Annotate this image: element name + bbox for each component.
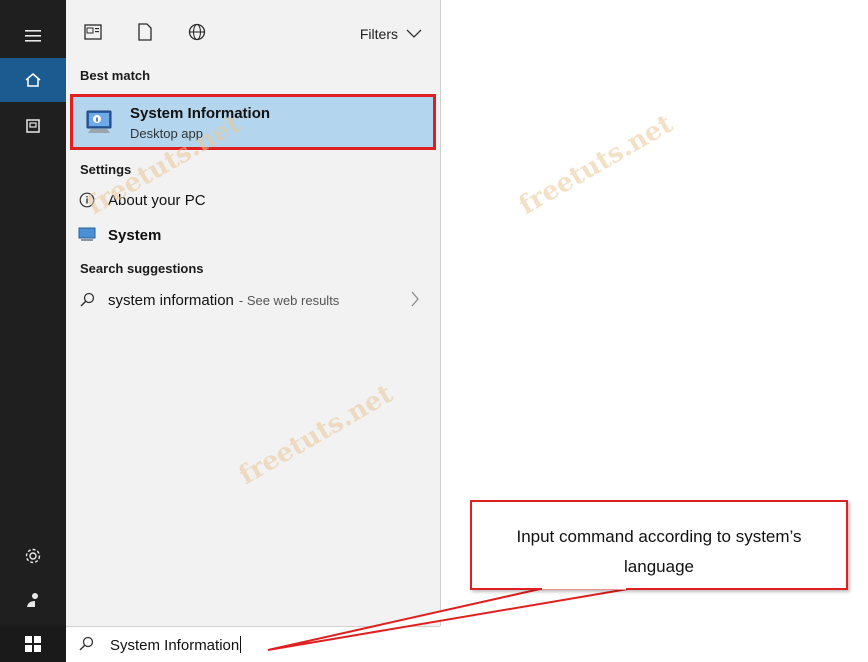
callout-line-1: Input command according to system’s: [516, 527, 802, 546]
hamburger-menu-button[interactable]: [0, 14, 66, 58]
home-button[interactable]: [0, 58, 66, 102]
user-button[interactable]: [0, 578, 66, 622]
search-input-value: System Information: [110, 637, 240, 654]
search-icon: [79, 636, 94, 651]
home-icon: [25, 73, 41, 87]
settings-item-system[interactable]: System: [66, 219, 440, 251]
best-match-heading: Best match: [80, 68, 151, 83]
apps-filter-button[interactable]: [82, 21, 104, 43]
search-input[interactable]: System Information: [110, 636, 242, 654]
windows-logo-icon: [25, 636, 41, 652]
web-suggestion-system-information[interactable]: system information - See web results: [66, 284, 440, 316]
suggestion-hint: - See web results: [238, 292, 340, 308]
document-icon: [138, 23, 152, 41]
callout-text: Input command according to system’s lang…: [472, 522, 846, 582]
windows-start-button[interactable]: [0, 626, 66, 662]
documents-icon: [26, 119, 40, 133]
documents-filter-button[interactable]: [134, 21, 156, 43]
search-results-panel: Filters Best match System Information De…: [66, 0, 441, 626]
apps-icon: [84, 24, 102, 40]
monitor-icon: [78, 226, 96, 244]
watermark: freetuts.net: [514, 108, 679, 222]
chevron-right-icon[interactable]: [410, 291, 420, 307]
text-caret: [240, 636, 242, 653]
annotation-callout: Input command according to system’s lang…: [470, 500, 848, 590]
suggestion-text: system information: [108, 291, 234, 309]
best-match-title: System Information: [130, 105, 271, 122]
settings-item-label: System: [108, 226, 162, 244]
chevron-down-icon: [406, 29, 422, 38]
user-icon: [27, 593, 38, 607]
settings-icon: [25, 548, 41, 564]
callout-line-2: language: [624, 557, 694, 576]
hamburger-icon: [25, 30, 41, 42]
system-information-app-icon: [86, 110, 112, 133]
start-rail: [0, 0, 66, 662]
filters-label: Filters: [359, 26, 398, 42]
taskbar-search-box[interactable]: System Information: [66, 626, 440, 662]
web-filter-button[interactable]: [186, 21, 208, 43]
globe-icon: [188, 23, 206, 41]
search-suggestions-heading: Search suggestions: [80, 261, 204, 276]
documents-button[interactable]: [0, 104, 66, 148]
settings-button[interactable]: [0, 534, 66, 578]
search-filter-toolbar: Filters: [66, 0, 440, 62]
filters-dropdown[interactable]: Filters: [360, 26, 422, 42]
best-match-result-system-information[interactable]: System Information Desktop app: [70, 94, 436, 150]
search-icon: [78, 291, 96, 309]
